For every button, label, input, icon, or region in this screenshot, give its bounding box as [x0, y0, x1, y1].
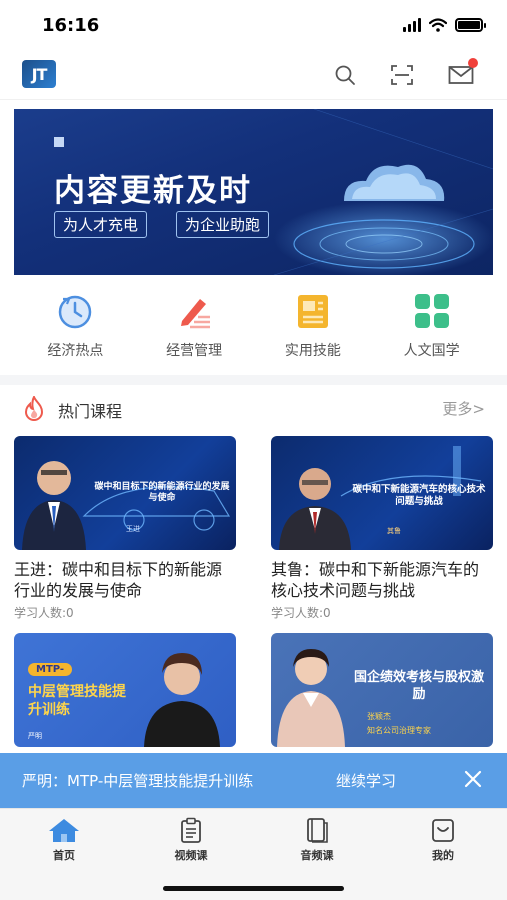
section-title: 热门课程	[58, 402, 123, 421]
thumbnail-heading: 碳中和下新能源汽车的核心技术问题与挑战	[352, 484, 486, 507]
category-label: 经营管理	[166, 343, 223, 359]
wifi-icon	[429, 18, 447, 32]
section-divider	[0, 375, 507, 385]
grid-icon	[411, 290, 453, 332]
thumbnail-speaker: 王进	[126, 525, 140, 533]
category-economy[interactable]: 经济热点	[25, 290, 125, 370]
bottom-tab-bar: 首页 视频课 音频课 我的	[0, 808, 507, 900]
banner-title: 内容更新及时	[54, 173, 252, 209]
app-header: JT	[0, 50, 507, 100]
app-logo: JT	[22, 60, 56, 88]
banner-tag: 为企业助跑	[176, 211, 270, 238]
course-thumbnail: 碳中和下新能源汽车的核心技术问题与挑战 其鲁	[271, 436, 493, 550]
status-icons	[403, 18, 486, 32]
status-time: 16:16	[42, 15, 100, 36]
course-learner-count: 学习人数:0	[271, 606, 331, 620]
search-icon[interactable]	[332, 62, 358, 88]
home-indicator	[163, 886, 344, 891]
tab-label: 我的	[432, 849, 454, 862]
course-thumbnail: MTP- 中层管理技能提升训练 严明	[14, 633, 236, 747]
tab-label: 首页	[53, 849, 75, 862]
hot-courses-header: 热门课程 更多>	[0, 392, 507, 426]
tab-audio[interactable]: 音频课	[287, 817, 347, 863]
banner-tag: 为人才充电	[54, 211, 148, 238]
thumbnail-heading: 碳中和目标下的新能源行业的发展与使命	[94, 482, 230, 503]
tab-home[interactable]: 首页	[34, 817, 94, 863]
tab-label: 音频课	[300, 849, 334, 862]
pen-icon	[173, 290, 215, 332]
tab-label: 视频课	[174, 849, 208, 862]
status-bar: 16:16	[0, 0, 507, 50]
category-management[interactable]: 经营管理	[144, 290, 244, 370]
category-skills[interactable]: 实用技能	[263, 290, 363, 370]
course-card[interactable]: 国企绩效考核与股权激励 张颖杰 知名公司治理专家	[271, 633, 493, 747]
category-nav: 经济热点 经营管理 实用技能 人文国学	[0, 290, 507, 370]
close-icon[interactable]	[461, 767, 485, 791]
course-card[interactable]: 碳中和下新能源汽车的核心技术问题与挑战 其鲁 其鲁：碳中和下新能源汽车的核心技术…	[271, 436, 493, 621]
category-label: 实用技能	[284, 343, 341, 359]
battery-icon	[455, 18, 486, 32]
category-label: 人文国学	[403, 343, 460, 359]
clock-refresh-icon	[54, 290, 96, 332]
scan-icon[interactable]	[389, 62, 415, 88]
notification-badge	[468, 58, 478, 68]
course-title: 王进：碳中和目标下的新能源行业的发展与使命	[14, 560, 223, 600]
tab-profile[interactable]: 我的	[413, 817, 473, 863]
last-course-text[interactable]: 严明：MTP-中层管理技能提升训练	[22, 770, 253, 791]
category-label: 经济热点	[47, 343, 104, 359]
banner-decor-square	[54, 137, 64, 147]
course-learner-count: 学习人数:0	[14, 606, 74, 620]
mail-icon[interactable]	[448, 58, 478, 88]
thumbnail-heading: 国企绩效考核与股权激励	[353, 670, 484, 702]
home-icon	[49, 819, 79, 842]
tab-video[interactable]: 视频课	[161, 817, 221, 863]
thumbnail-speaker: 张颖杰	[367, 712, 391, 721]
promo-banner[interactable]: 内容更新及时 为人才充电 为企业助跑	[14, 109, 493, 275]
book-icon	[307, 818, 328, 843]
clipboard-icon	[181, 817, 201, 843]
category-culture[interactable]: 人文国学	[382, 290, 482, 370]
continue-learning-button[interactable]: 继续学习	[336, 770, 396, 791]
thumbnail-speaker: 其鲁	[387, 527, 401, 535]
more-link[interactable]: 更多>	[442, 398, 485, 419]
document-icon	[292, 290, 334, 332]
thumbnail-subtitle: 知名公司治理专家	[367, 726, 431, 735]
course-title: 其鲁：碳中和下新能源汽车的核心技术问题与挑战	[271, 560, 480, 600]
flame-icon	[24, 396, 44, 421]
course-card[interactable]: MTP- 中层管理技能提升训练 严明	[14, 633, 236, 747]
profile-icon	[432, 819, 454, 842]
continue-learning-bar: 严明：MTP-中层管理技能提升训练 继续学习	[0, 753, 507, 808]
course-thumbnail: 碳中和目标下的新能源行业的发展与使命 王进	[14, 436, 236, 550]
course-thumbnail: 国企绩效考核与股权激励 张颖杰 知名公司治理专家	[271, 633, 493, 747]
cellular-signal-icon	[403, 18, 421, 32]
course-card[interactable]: 碳中和目标下的新能源行业的发展与使命 王进 王进：碳中和目标下的新能源行业的发展…	[14, 436, 236, 621]
